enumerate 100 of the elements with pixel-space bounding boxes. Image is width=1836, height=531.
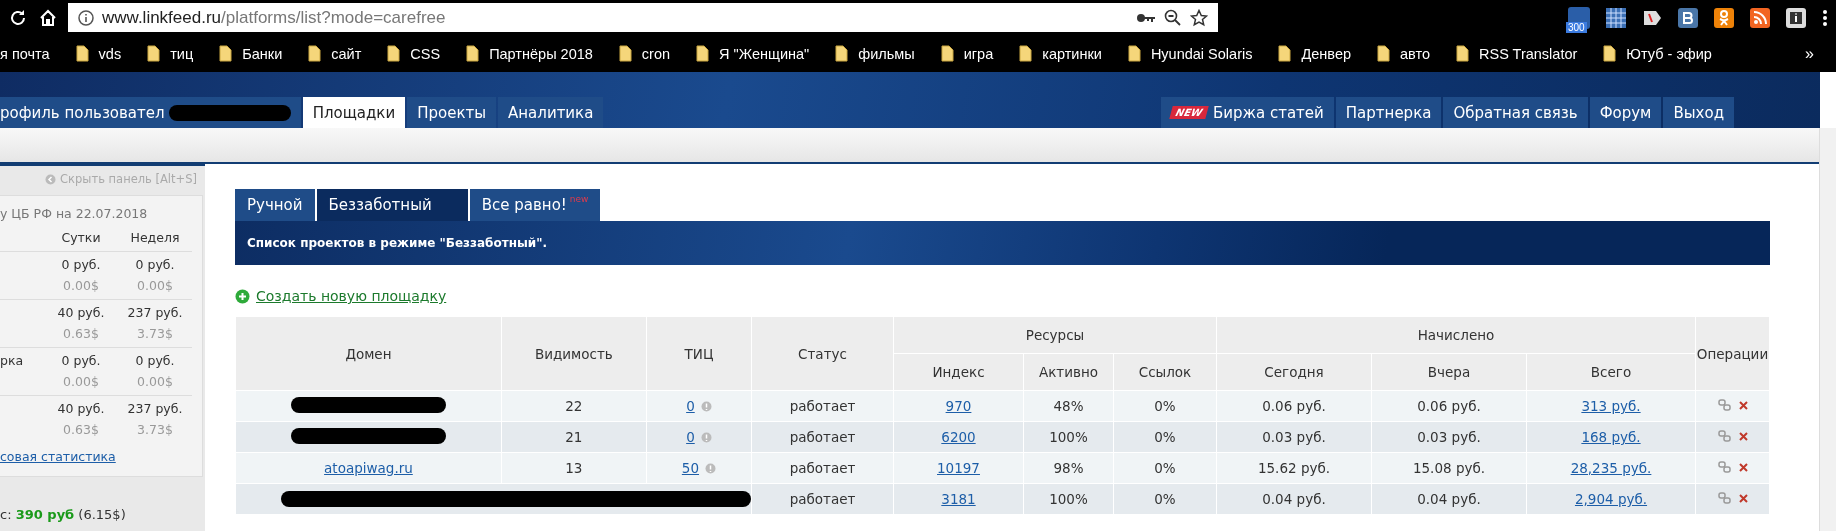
column-header: Вчера bbox=[1371, 353, 1527, 391]
bookmark-link[interactable]: Я "Женщина" bbox=[719, 45, 810, 62]
zoom-out-icon[interactable] bbox=[1164, 8, 1182, 27]
table-cell: работает bbox=[751, 421, 894, 453]
amount-text: 0 руб. bbox=[61, 353, 101, 368]
bookmark-link[interactable]: я почта bbox=[0, 45, 50, 62]
folder-icon bbox=[387, 45, 401, 62]
tic-link[interactable]: 0 bbox=[686, 429, 695, 445]
bookmark-link[interactable]: Hyundai Solaris bbox=[1150, 45, 1253, 62]
index-link[interactable]: 6200 bbox=[941, 429, 976, 445]
bookmark-link[interactable]: картинки bbox=[1042, 45, 1102, 62]
scrollbar[interactable] bbox=[1819, 128, 1836, 531]
usd-amount: 0.00$ bbox=[63, 278, 99, 293]
row-label: рка bbox=[0, 353, 24, 368]
bookmark-link[interactable]: сайт bbox=[331, 45, 362, 62]
bookmark-link[interactable]: Партнёры 2018 bbox=[489, 45, 593, 62]
table-cell: 22 bbox=[501, 390, 647, 422]
nav-tab[interactable]: рофиль пользовател bbox=[0, 97, 301, 128]
column-header: Активно bbox=[1023, 353, 1114, 391]
table-cell: 100% bbox=[1023, 483, 1114, 515]
amount-text: 40 руб. bbox=[57, 305, 105, 320]
amount-text: 237 руб. bbox=[127, 401, 183, 416]
rss-icon[interactable] bbox=[1750, 7, 1770, 28]
bookmark-link[interactable]: vds bbox=[98, 45, 122, 62]
delete-icon[interactable] bbox=[1738, 493, 1748, 503]
mode-tab[interactable]: Ручной bbox=[235, 189, 315, 221]
social-icon[interactable] bbox=[1678, 7, 1698, 28]
table-cell: 0% bbox=[1113, 421, 1217, 453]
column-header: Статус bbox=[751, 316, 894, 391]
index-link[interactable]: 970 bbox=[945, 398, 972, 414]
usd-amount: 0.63$ bbox=[63, 422, 99, 437]
table-cell: работает bbox=[751, 452, 894, 484]
folder-icon bbox=[1377, 45, 1390, 62]
nav-tab[interactable]: Площадки bbox=[302, 97, 406, 128]
bookmark-link[interactable]: фильмы bbox=[858, 45, 915, 62]
column-header: Сегодня bbox=[1216, 353, 1372, 391]
key-icon[interactable] bbox=[1136, 11, 1156, 24]
link-icon[interactable] bbox=[1717, 461, 1731, 473]
stats-link[interactable]: совая статистика bbox=[0, 449, 116, 464]
nav-tab[interactable]: Аналитика bbox=[498, 97, 604, 128]
menu-icon[interactable] bbox=[1822, 7, 1828, 28]
table-cell: 48% bbox=[1023, 390, 1114, 422]
usd-amount: 0.00$ bbox=[63, 374, 99, 389]
index-link[interactable]: 10197 bbox=[937, 460, 980, 476]
delete-icon[interactable] bbox=[1738, 431, 1748, 441]
folder-icon bbox=[1456, 45, 1469, 62]
bookmark-link[interactable]: CSS bbox=[410, 45, 441, 62]
bookmark-link[interactable]: игра bbox=[963, 45, 994, 62]
nav-tab[interactable]: Партнерка bbox=[1335, 97, 1442, 128]
link-icon[interactable] bbox=[1717, 399, 1731, 411]
table-cell: 98% bbox=[1023, 452, 1114, 484]
bookmark-link[interactable]: cron bbox=[641, 45, 671, 62]
bookmark-link[interactable]: Ютуб - эфир bbox=[1626, 45, 1712, 62]
total-link[interactable]: 168 руб. bbox=[1581, 429, 1641, 445]
extension-badge: 300 bbox=[1566, 21, 1587, 33]
column-group-header: Ресурсы bbox=[893, 316, 1217, 354]
bookmarks-overflow[interactable]: » bbox=[1805, 44, 1814, 63]
bookmark-link[interactable]: тиц bbox=[170, 45, 194, 62]
folder-icon bbox=[1603, 45, 1617, 62]
delete-icon[interactable] bbox=[1738, 400, 1748, 410]
table-cell: 0.04 руб. bbox=[1371, 483, 1527, 515]
address-bar[interactable]: www.linkfeed.ru/platforms/list?mode=carefree bbox=[68, 3, 1218, 32]
table-cell: 0.03 руб. bbox=[1371, 421, 1527, 453]
tic-link[interactable]: 50 bbox=[681, 460, 700, 476]
index-link[interactable]: 3181 bbox=[941, 491, 976, 507]
star-icon[interactable] bbox=[1190, 8, 1208, 27]
column-header: Неделя bbox=[129, 229, 181, 247]
social-icon[interactable] bbox=[1714, 7, 1734, 28]
mode-tab[interactable]: Беззаботный bbox=[316, 189, 468, 221]
folder-icon bbox=[466, 45, 480, 62]
add-icon[interactable] bbox=[235, 288, 250, 304]
domain-link[interactable]: atoapiwag.ru bbox=[324, 460, 413, 476]
table-cell: 0% bbox=[1113, 452, 1217, 484]
nav-tab[interactable]: Проекты bbox=[407, 97, 497, 128]
nav-tab[interactable]: Форум bbox=[1589, 97, 1662, 128]
info-icon[interactable] bbox=[78, 9, 94, 26]
bookmark-link[interactable]: авто bbox=[1400, 45, 1430, 62]
nav-tab[interactable]: NEW Биржа статей bbox=[1160, 97, 1334, 128]
new-badge: NEW bbox=[1168, 106, 1209, 119]
table-cell: работает bbox=[751, 483, 894, 515]
info-icon[interactable] bbox=[1786, 7, 1806, 28]
table-cell: работает bbox=[751, 390, 894, 422]
folder-icon bbox=[75, 45, 89, 62]
home-icon[interactable] bbox=[38, 7, 58, 28]
amount-text: 0 руб. bbox=[135, 257, 175, 272]
nav-tab[interactable]: Обратная связь bbox=[1443, 97, 1588, 128]
table-cell: 21 bbox=[501, 421, 647, 453]
nav-tab[interactable]: Выход bbox=[1663, 97, 1734, 128]
tic-link[interactable]: 0 bbox=[686, 398, 695, 414]
total-link[interactable]: 313 руб. bbox=[1581, 398, 1641, 414]
bookmark-link[interactable]: Денвер bbox=[1301, 45, 1351, 62]
grid-icon[interactable] bbox=[1606, 7, 1626, 28]
table-cell: 0.04 руб. bbox=[1216, 483, 1372, 515]
delete-icon[interactable] bbox=[1738, 462, 1748, 472]
column-header: Ссылок bbox=[1113, 353, 1217, 391]
bookmark-link[interactable]: RSS Translator bbox=[1479, 45, 1578, 62]
create-site-link[interactable]: Создать новую площадку bbox=[256, 288, 447, 304]
usd-amount: 3.73$ bbox=[137, 422, 173, 437]
usd-amount: 0.00$ bbox=[137, 278, 173, 293]
bookmark-link[interactable]: Банки bbox=[242, 45, 283, 62]
